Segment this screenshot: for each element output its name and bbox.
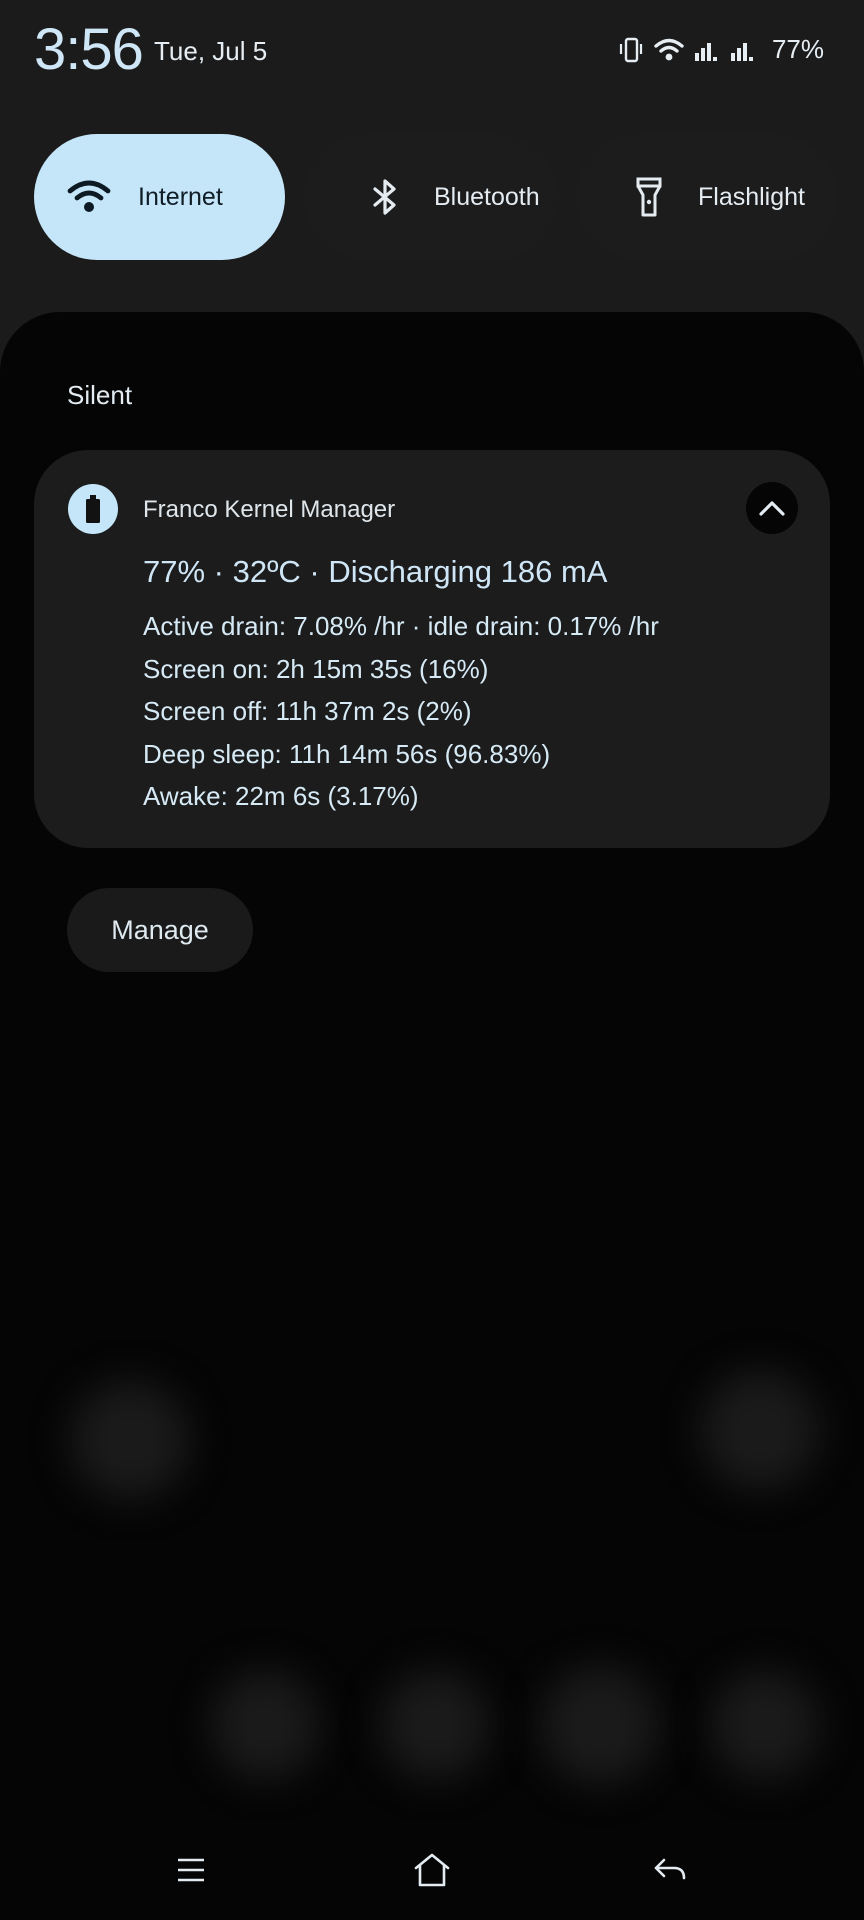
home-icon xyxy=(414,1853,450,1887)
chevron-up-icon xyxy=(759,501,785,516)
signal-icon xyxy=(694,37,720,63)
drain-line: Active drain: 7.08% /hr · idle drain: 0.… xyxy=(143,611,659,641)
status-bar: 3:56 Tue, Jul 5 77% xyxy=(0,0,864,100)
background-blur xyxy=(70,1380,190,1500)
background-blur xyxy=(210,1670,320,1780)
battery-icon xyxy=(68,484,118,534)
clock[interactable]: 3:56 xyxy=(34,16,144,83)
app-name: Franco Kernel Manager xyxy=(143,496,396,523)
bluetooth-icon xyxy=(358,170,412,224)
recents-button[interactable] xyxy=(161,1840,221,1900)
notification-card[interactable]: Franco Kernel Manager 77% · 32ºC · Disch… xyxy=(34,450,830,848)
notification-title: 77% · 32ºC · Discharging 186 mA xyxy=(143,554,608,589)
notification-shade-screen: 3:56 Tue, Jul 5 77% Internet Bluetooth F… xyxy=(0,0,864,1920)
background-blur xyxy=(700,1370,820,1490)
back-icon xyxy=(654,1858,686,1880)
background-blur xyxy=(380,1670,490,1780)
wifi-icon xyxy=(62,170,116,224)
flashlight-icon xyxy=(622,170,676,224)
back-button[interactable] xyxy=(640,1840,700,1900)
tile-flashlight[interactable]: Flashlight xyxy=(576,134,838,260)
navigation-bar xyxy=(0,1830,864,1920)
screen-off-line: Screen off: 11h 37m 2s (2%) xyxy=(143,696,472,726)
notification-body: Active drain: 7.08% /hr · idle drain: 0.… xyxy=(143,605,659,818)
tile-label: Bluetooth xyxy=(434,182,540,211)
tile-label: Flashlight xyxy=(698,182,805,211)
screen-on-line: Screen on: 2h 15m 35s (16%) xyxy=(143,653,489,684)
tile-internet[interactable]: Internet xyxy=(34,134,285,260)
home-button[interactable] xyxy=(402,1840,462,1900)
status-icons: 77% xyxy=(618,34,824,65)
tile-label: Internet xyxy=(138,182,223,211)
wifi-icon xyxy=(654,37,684,63)
vibrate-icon xyxy=(618,36,644,64)
date[interactable]: Tue, Jul 5 xyxy=(154,36,267,67)
battery-percentage: 77% xyxy=(771,34,824,64)
tile-bluetooth[interactable]: Bluetooth xyxy=(304,134,559,260)
awake-line: Awake: 22m 6s (3.17%) xyxy=(143,781,419,811)
collapse-button[interactable] xyxy=(746,482,798,534)
quick-settings-row: Internet Bluetooth Flashlight xyxy=(34,134,838,260)
manage-button[interactable]: Manage xyxy=(67,888,253,972)
signal-icon xyxy=(730,37,756,63)
background-blur xyxy=(540,1665,660,1785)
recents-icon xyxy=(178,1858,204,1882)
section-title-silent: Silent xyxy=(67,380,133,410)
background-blur xyxy=(710,1670,820,1780)
deep-sleep-line: Deep sleep: 11h 14m 56s (96.83%) xyxy=(143,738,551,769)
